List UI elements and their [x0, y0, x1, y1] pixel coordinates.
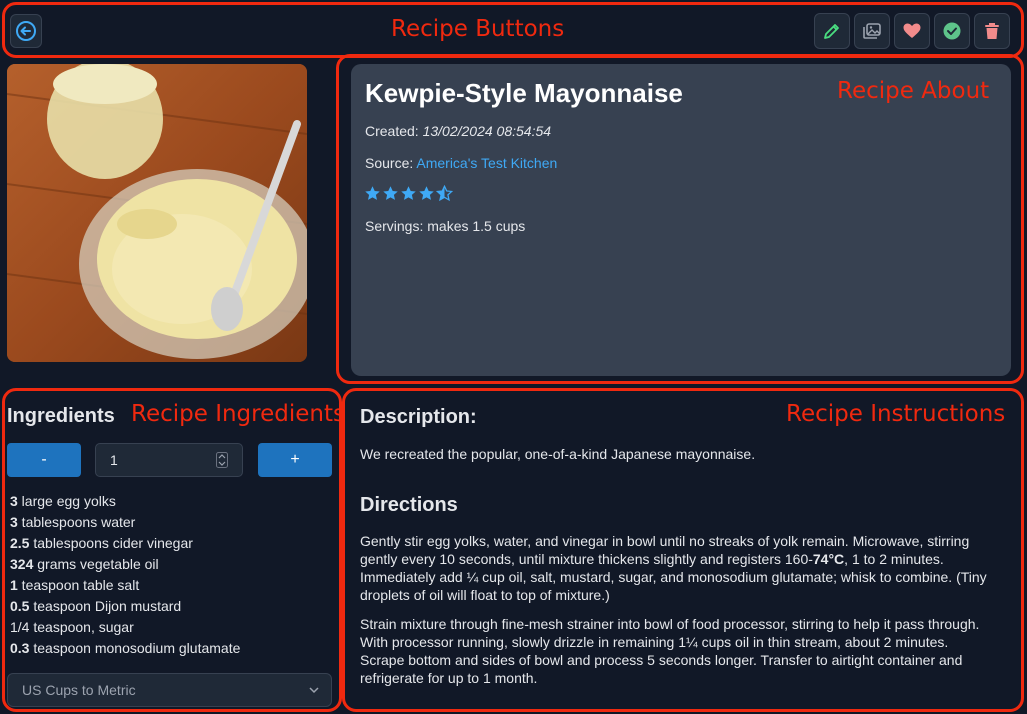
- ingredient-item: 2.5 tablespoons cider vinegar: [10, 535, 193, 551]
- ingredient-item: 0.3 teaspoon monosodium glutamate: [10, 640, 241, 656]
- edit-button[interactable]: [814, 13, 850, 49]
- chevron-down-icon: [309, 687, 319, 694]
- star-icon: [401, 186, 416, 200]
- created-label: Created:: [365, 123, 419, 139]
- recipe-photo: [7, 64, 307, 362]
- check-icon: [943, 22, 961, 40]
- cooked-button[interactable]: [934, 13, 970, 49]
- ingredients-title: Ingredients: [7, 405, 115, 427]
- ingredient-list: 3 large egg yolks 3 tablespoons water 2.…: [10, 491, 240, 659]
- spinner-icon[interactable]: [216, 452, 228, 468]
- unit-conversion-select[interactable]: US Cups to Metric: [7, 673, 332, 707]
- back-button[interactable]: [10, 14, 42, 48]
- recipe-about-label: Recipe About: [837, 78, 990, 104]
- ingredient-item: 1 teaspoon table salt: [10, 577, 140, 593]
- description-text: We recreated the popular, one-of-a-kind …: [360, 446, 756, 462]
- created-value: 13/02/2024 08:54:54: [422, 123, 552, 139]
- direction-step-1: Gently stir egg yolks, water, and vinega…: [360, 533, 987, 603]
- direction-step-2: Strain mixture through fine-mesh straine…: [360, 616, 980, 686]
- ingredient-item: 324 grams vegetable oil: [10, 556, 159, 572]
- source-label: Source:: [365, 155, 414, 171]
- star-icon: [419, 186, 434, 200]
- star-icon: [365, 186, 380, 200]
- recipe-ingredients-label: Recipe Ingredients: [131, 401, 345, 427]
- servings-input[interactable]: 1: [95, 443, 243, 477]
- unit-conversion-value: US Cups to Metric: [22, 682, 136, 698]
- source-row: Source: America's Test Kitchen: [365, 155, 557, 171]
- heart-icon: [903, 23, 921, 38]
- source-link[interactable]: America's Test Kitchen: [416, 155, 557, 171]
- images-button[interactable]: [854, 13, 890, 49]
- description-heading: Description:: [360, 406, 477, 428]
- created-row: Created: 13/02/2024 08:54:54: [365, 123, 551, 139]
- servings-value: 1: [110, 452, 118, 468]
- directions-heading: Directions: [360, 494, 458, 516]
- recipe-instructions-label: Recipe Instructions: [786, 401, 1006, 427]
- ingredient-item: 3 tablespoons water: [10, 514, 136, 530]
- recipe-buttons-label: Recipe Buttons: [391, 16, 565, 42]
- ingredient-item: 1/4 teaspoon, sugar: [10, 619, 134, 635]
- images-icon: [863, 23, 881, 39]
- recipe-title: Kewpie-Style Mayonnaise: [365, 78, 683, 108]
- increase-servings-button[interactable]: +: [258, 443, 332, 477]
- ingredient-item: 3 large egg yolks: [10, 493, 116, 509]
- delete-button[interactable]: [974, 13, 1010, 49]
- favorite-button[interactable]: [894, 13, 930, 49]
- star-icon: [383, 186, 398, 200]
- pencil-icon: [824, 24, 839, 39]
- trash-icon: [985, 23, 999, 39]
- servings-text: Servings: makes 1.5 cups: [365, 218, 526, 234]
- ingredient-item: 0.5 teaspoon Dijon mustard: [10, 598, 182, 614]
- decrease-servings-button[interactable]: -: [7, 443, 81, 477]
- back-icon: [16, 21, 36, 41]
- star-rating[interactable]: [364, 185, 453, 202]
- half-star-icon: [436, 185, 453, 202]
